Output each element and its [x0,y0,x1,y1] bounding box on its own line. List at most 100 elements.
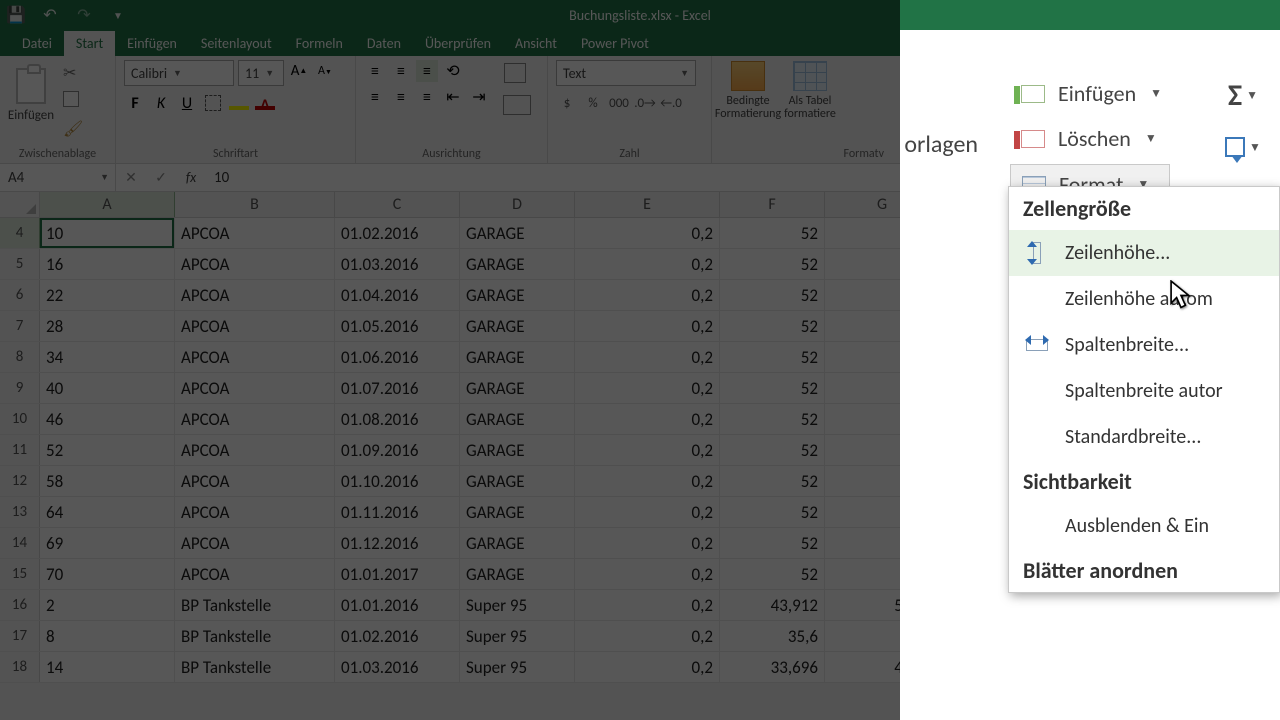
cell[interactable]: 14 [40,652,175,682]
cell[interactable]: GARAGE [460,497,575,527]
align-middle-button[interactable]: ≡ [390,60,412,82]
cell[interactable]: 01.05.2016 [335,311,460,341]
accounting-format-button[interactable]: $ [556,92,578,114]
cell[interactable]: APCOA [175,218,335,248]
cell[interactable]: 0,2 [575,590,720,620]
cell[interactable]: 0,2 [575,466,720,496]
col-header-E[interactable]: E [575,192,720,217]
grow-font-button[interactable]: A▲ [288,60,310,82]
cell[interactable]: 0,2 [575,373,720,403]
row-header[interactable]: 16 [0,590,40,620]
cell[interactable]: 52 [720,528,825,558]
cell[interactable]: 58 [40,466,175,496]
cell[interactable]: 01.08.2016 [335,404,460,434]
paste-button[interactable]: Einfügen [8,60,54,130]
row-header[interactable]: 14 [0,528,40,558]
cell[interactable]: 01.03.2016 [335,249,460,279]
menu-item-row-height[interactable]: Zeilenhöhe... [1009,230,1279,276]
cell[interactable]: GARAGE [460,435,575,465]
cell[interactable]: 01.02.2016 [335,621,460,651]
cut-button[interactable]: ✂ [60,60,82,82]
cell[interactable]: 0,2 [575,497,720,527]
cell[interactable]: 01.06.2016 [335,342,460,372]
wrap-text-button[interactable] [500,60,530,86]
cell[interactable]: 01.10.2016 [335,466,460,496]
col-header-F[interactable]: F [720,192,825,217]
col-header-C[interactable]: C [335,192,460,217]
cell[interactable]: 0,2 [575,621,720,651]
cell[interactable]: 52 [720,435,825,465]
cell[interactable]: GARAGE [460,218,575,248]
cell[interactable]: 0,2 [575,218,720,248]
cell[interactable]: GARAGE [460,373,575,403]
row-header[interactable]: 11 [0,435,40,465]
cell[interactable]: Super 95 [460,590,575,620]
cell[interactable]: 52 [720,218,825,248]
row-header[interactable]: 17 [0,621,40,651]
cell[interactable]: 52 [720,280,825,310]
border-button[interactable] [202,92,224,114]
menu-item-hide-unhide[interactable]: Ausblenden & Ein [1009,503,1279,549]
font-color-button[interactable]: A [254,92,276,114]
align-left-button[interactable]: ≡ [364,86,386,108]
cell[interactable]: GARAGE [460,280,575,310]
cell[interactable]: 70 [40,559,175,589]
conditional-format-button[interactable]: BedingteFormatierung [720,60,776,130]
cell[interactable]: 01.12.2016 [335,528,460,558]
cell[interactable]: 0,2 [575,652,720,682]
menu-item-autofit-row-height[interactable]: Zeilenhöhe autom [1009,276,1279,322]
align-top-button[interactable]: ≡ [364,60,386,82]
row-header[interactable]: 5 [0,249,40,279]
cell[interactable]: 0,2 [575,342,720,372]
cell[interactable]: 52 [720,249,825,279]
row-header[interactable]: 9 [0,373,40,403]
align-right-button[interactable]: ≡ [416,86,438,108]
tab-seitenlayout[interactable]: Seitenlayout [189,31,284,56]
cell[interactable]: APCOA [175,497,335,527]
cell[interactable]: 52 [720,404,825,434]
number-format-combo[interactable]: Text▼ [556,60,696,86]
cell[interactable]: 01.01.2016 [335,590,460,620]
cell[interactable]: 64 [40,497,175,527]
cell[interactable]: 43,912 [720,590,825,620]
col-header-A[interactable]: A [40,192,175,217]
fill-button[interactable]: ▼ [1218,126,1268,168]
menu-item-default-width[interactable]: Standardbreite... [1009,414,1279,460]
cell[interactable]: APCOA [175,280,335,310]
cell[interactable]: GARAGE [460,466,575,496]
tab-ueberpruefen[interactable]: Überprüfen [413,31,503,56]
tab-ansicht[interactable]: Ansicht [503,31,569,56]
cell[interactable]: 0,2 [575,311,720,341]
cell[interactable]: 35,6 [720,621,825,651]
cell[interactable]: GARAGE [460,559,575,589]
font-size-combo[interactable]: 11▼ [238,60,284,86]
tab-daten[interactable]: Daten [355,31,413,56]
redo-icon[interactable]: ↷ [74,5,94,25]
cell[interactable]: GARAGE [460,311,575,341]
row-header[interactable]: 13 [0,497,40,527]
cell[interactable]: APCOA [175,404,335,434]
cell[interactable]: GARAGE [460,342,575,372]
cell[interactable]: 0,2 [575,559,720,589]
cell[interactable]: 01.11.2016 [335,497,460,527]
align-bottom-button[interactable]: ≡ [416,60,438,82]
cell[interactable]: 52 [720,373,825,403]
cell[interactable]: APCOA [175,559,335,589]
tab-start[interactable]: Start [64,31,115,56]
menu-item-column-width[interactable]: Spaltenbreite... [1009,322,1279,368]
cell[interactable]: BP Tankstelle [175,621,335,651]
cell[interactable]: 01.03.2016 [335,652,460,682]
format-painter-button[interactable]: 🖌 [60,116,82,138]
cell[interactable]: APCOA [175,249,335,279]
cell[interactable]: GARAGE [460,404,575,434]
cell[interactable]: Super 95 [460,621,575,651]
cell[interactable]: APCOA [175,311,335,341]
italic-button[interactable]: K [150,92,172,114]
row-header[interactable]: 8 [0,342,40,372]
row-header[interactable]: 18 [0,652,40,682]
insert-function-button[interactable]: fx [176,164,206,191]
cell[interactable]: 01.04.2016 [335,280,460,310]
increase-indent-button[interactable]: ⇥ [468,86,490,108]
cell[interactable]: 0,2 [575,404,720,434]
orientation-button[interactable]: ⟲ [442,60,464,82]
